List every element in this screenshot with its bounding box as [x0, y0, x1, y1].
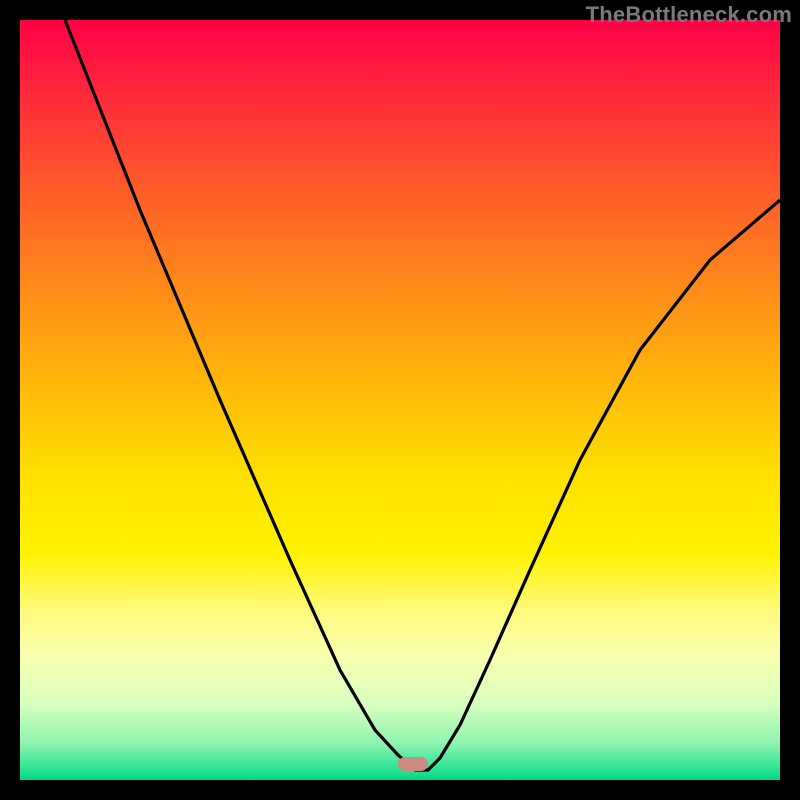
plot-area: [20, 20, 780, 780]
minimum-marker: [398, 757, 428, 771]
watermark-text: TheBottleneck.com: [586, 2, 792, 28]
bottleneck-curve: [20, 20, 780, 780]
chart-frame: TheBottleneck.com: [0, 0, 800, 800]
